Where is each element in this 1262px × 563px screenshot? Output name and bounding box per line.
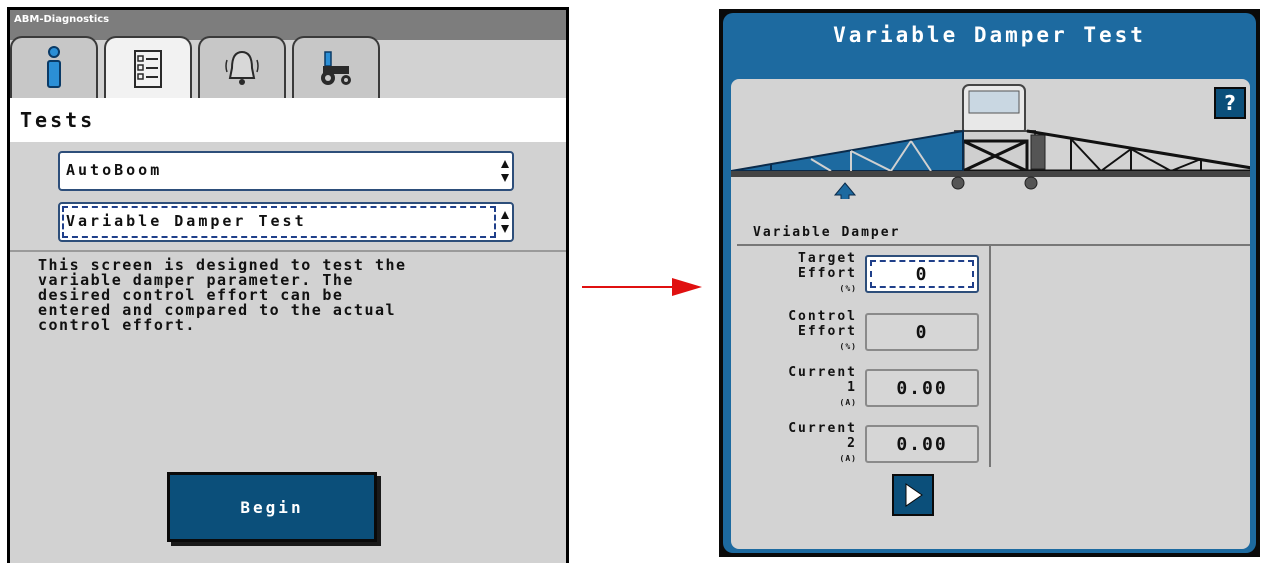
current-2-label: Current 2 (A) bbox=[737, 421, 857, 466]
tab-alarms[interactable] bbox=[198, 36, 286, 98]
test-select[interactable]: Variable Damper Test bbox=[58, 202, 514, 242]
tractor-icon bbox=[321, 51, 351, 85]
up-down-arrows-icon bbox=[501, 211, 509, 233]
control-effort-value: 0 bbox=[865, 313, 979, 351]
current-1-value: 0.00 bbox=[865, 369, 979, 407]
test-panel: ? Variable Damper Target Effort (%) 0 Co… bbox=[731, 79, 1250, 549]
section-title: Tests bbox=[20, 108, 96, 132]
control-effort-label: Control Effort (%) bbox=[737, 309, 857, 354]
up-down-arrows-icon bbox=[501, 160, 509, 182]
variable-damper-test-screen: Variable Damper Test ? Variable Damper T… bbox=[719, 9, 1260, 557]
tab-machine[interactable] bbox=[292, 36, 380, 98]
info-icon bbox=[47, 46, 61, 88]
label-line: Control bbox=[788, 309, 857, 324]
begin-button[interactable]: Begin bbox=[167, 472, 377, 542]
divider bbox=[989, 245, 991, 467]
label-line: 2 bbox=[847, 436, 857, 451]
page-title: Variable Damper Test bbox=[833, 23, 1146, 47]
screen-panel: ABM-Diagnostics Tests AutoBoom Variable … bbox=[10, 10, 566, 563]
test-select-value: Variable Damper Test bbox=[66, 212, 307, 230]
label-line: Effort bbox=[798, 324, 857, 339]
unit-label: (%) bbox=[839, 342, 857, 351]
target-effort-label: Target Effort (%) bbox=[737, 251, 857, 296]
system-select-value: AutoBoom bbox=[66, 161, 163, 179]
play-arrow-icon bbox=[905, 483, 923, 507]
tab-info[interactable] bbox=[10, 36, 98, 98]
label-line: Effort bbox=[798, 266, 857, 281]
help-button[interactable]: ? bbox=[1214, 87, 1246, 119]
tests-header: Tests bbox=[10, 98, 566, 142]
unit-label: (%) bbox=[839, 284, 857, 293]
divider bbox=[737, 244, 1250, 246]
arrow-right-icon bbox=[582, 278, 702, 296]
current-1-label: Current 1 (A) bbox=[737, 365, 857, 410]
title-bar: ABM-Diagnostics bbox=[10, 10, 566, 40]
checklist-icon bbox=[134, 50, 162, 88]
indicator-label: Variable Damper bbox=[753, 225, 901, 240]
app-title: ABM-Diagnostics bbox=[14, 14, 110, 25]
divider bbox=[10, 250, 566, 252]
target-effort-input[interactable]: 0 bbox=[865, 255, 979, 293]
next-button[interactable] bbox=[892, 474, 934, 516]
tab-tests[interactable] bbox=[104, 36, 192, 100]
unit-label: (A) bbox=[839, 398, 857, 407]
unit-label: (A) bbox=[839, 454, 857, 463]
label-line: Target bbox=[798, 251, 857, 266]
screen-frame: Variable Damper Test ? Variable Damper T… bbox=[723, 13, 1256, 553]
label-line: Current bbox=[788, 421, 857, 436]
current-2-value: 0.00 bbox=[865, 425, 979, 463]
label-line: 1 bbox=[847, 380, 857, 395]
alarm-bell-icon bbox=[225, 50, 259, 85]
label-line: Current bbox=[788, 365, 857, 380]
sprayer-boom-diagram bbox=[731, 84, 1250, 199]
system-select[interactable]: AutoBoom bbox=[58, 151, 514, 191]
test-description: This screen is designed to test the vari… bbox=[38, 258, 558, 333]
diagnostics-tests-screen: ABM-Diagnostics Tests AutoBoom Variable … bbox=[7, 7, 569, 563]
description-line: control effort. bbox=[38, 316, 196, 334]
